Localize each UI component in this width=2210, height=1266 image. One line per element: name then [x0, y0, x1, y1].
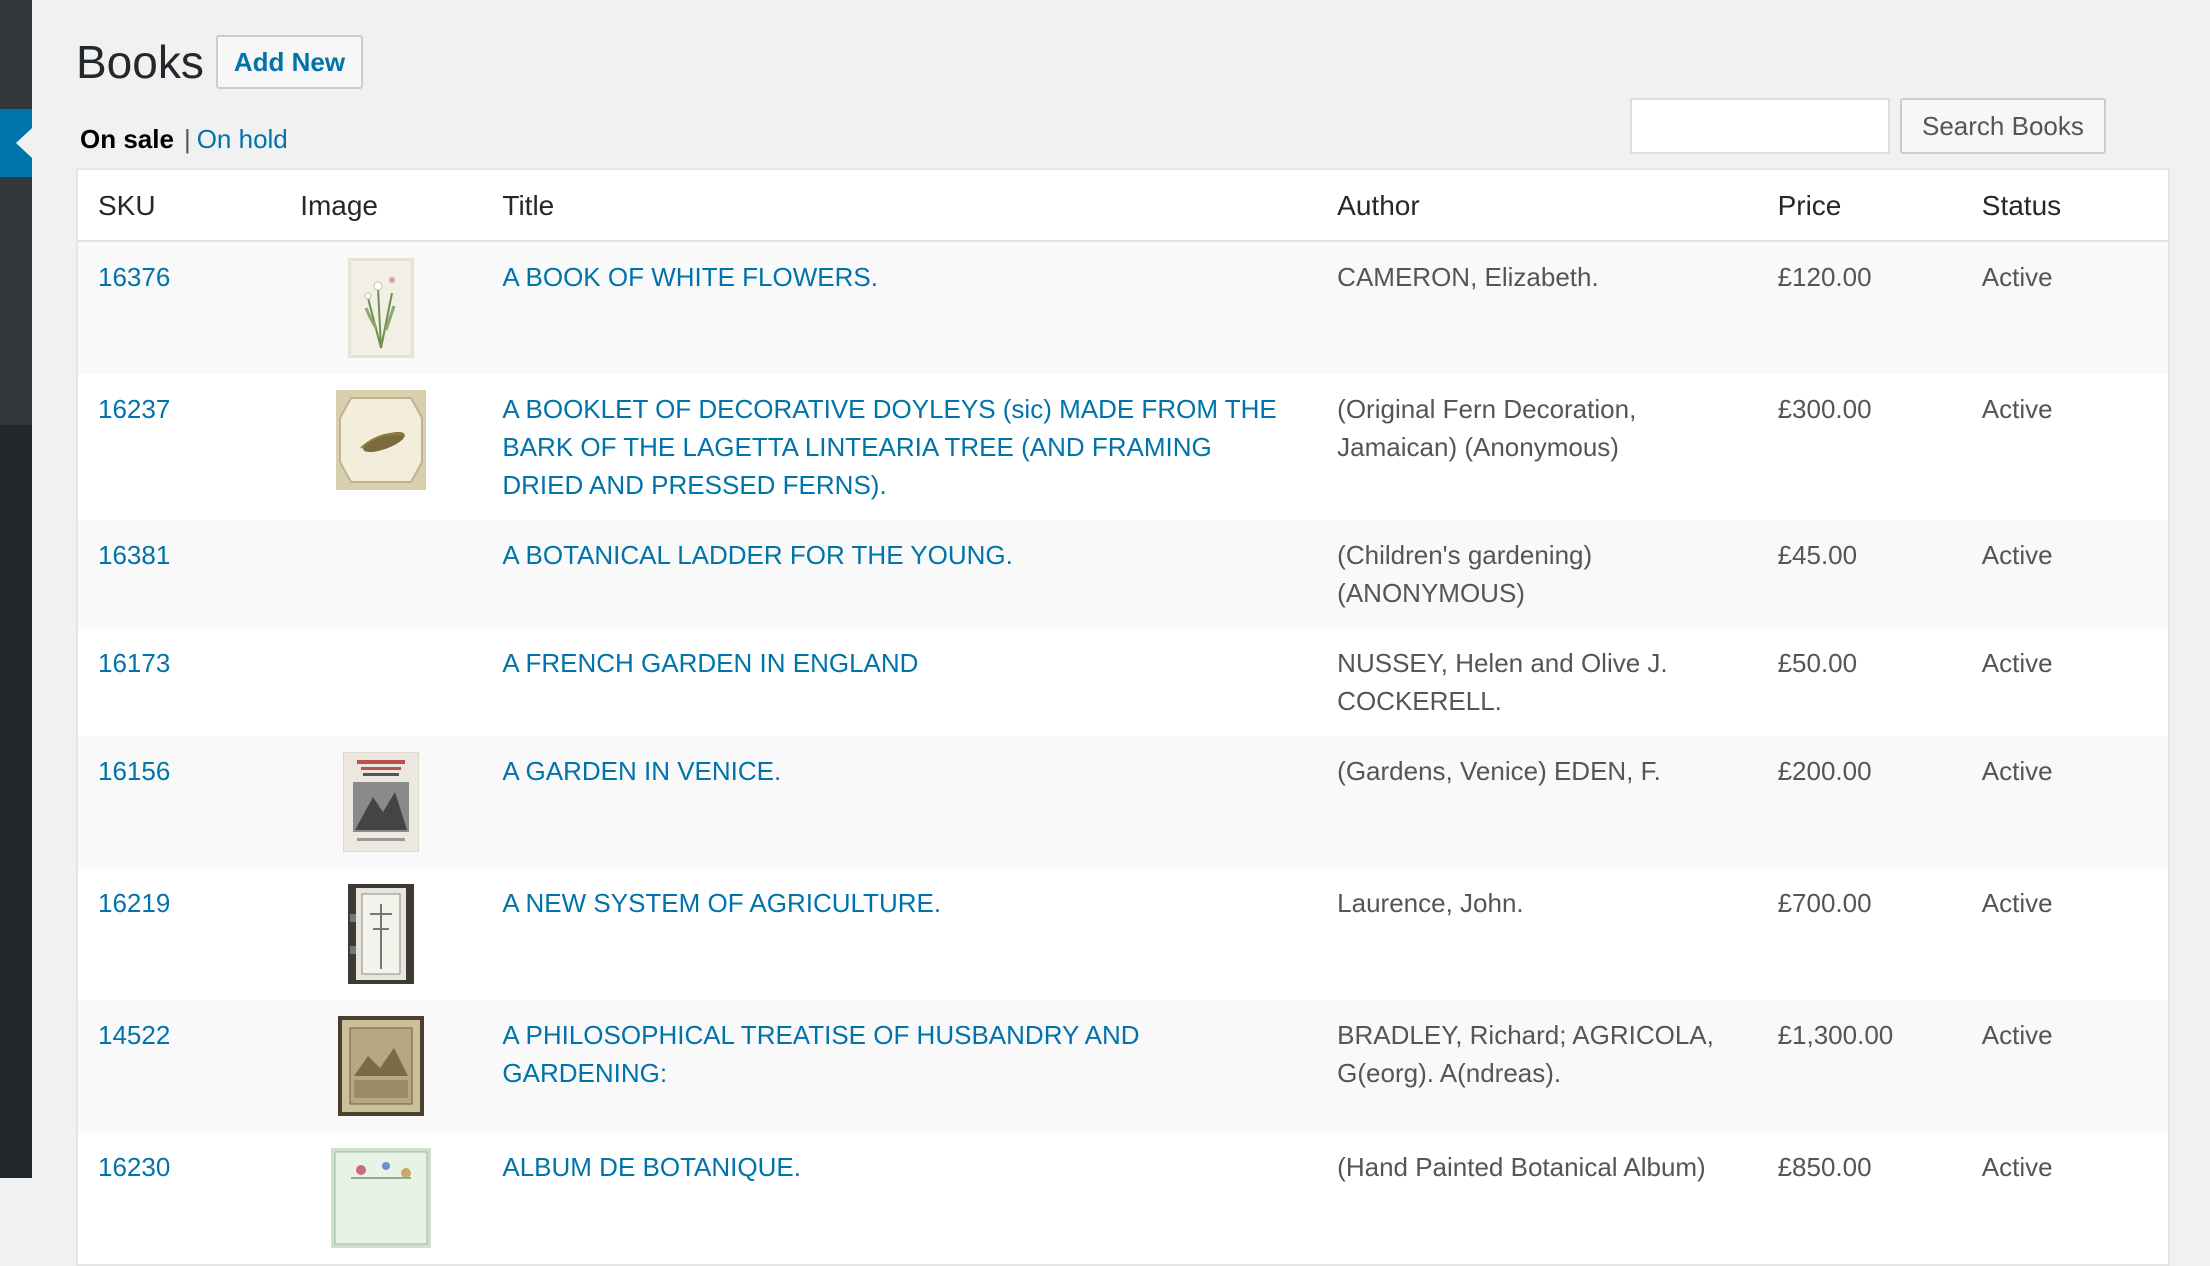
agriculture-book-thumbnail[interactable]	[348, 884, 415, 984]
cell-sku: 16230	[78, 1132, 280, 1264]
cell-image	[280, 1132, 482, 1264]
add-new-button[interactable]: Add New	[215, 35, 364, 89]
treatise-engraving-thumbnail[interactable]	[338, 1016, 425, 1116]
sku-link[interactable]: 14522	[98, 1020, 170, 1050]
view-filters: On sale | On hold	[80, 124, 288, 155]
page-title: Books	[76, 36, 204, 88]
cell-price: £700.00	[1777, 888, 1872, 918]
cell-status: Active	[1961, 736, 2168, 868]
table-header-row: SKU Image Title Author Price Status	[78, 170, 2168, 242]
cell-title: A BOOKLET OF DECORATIVE DOYLEYS (sic) MA…	[482, 374, 1317, 520]
cell-author: Laurence, John.	[1337, 888, 1524, 918]
cell-title: ALBUM DE BOTANIQUE.	[482, 1132, 1317, 1264]
cell-status: Active	[1981, 394, 2053, 424]
books-table: SKU Image Title Author Price Status 1637…	[78, 170, 2168, 1264]
column-header-image: Image	[280, 170, 483, 242]
cell-price: £120.00	[1757, 241, 1962, 374]
cell-image	[280, 374, 482, 520]
table-row: 14522 A PHILOSOPHICAL TREATISE OF HUSBAN…	[78, 1000, 2168, 1132]
cell-sku: 16156	[78, 736, 281, 868]
cell-sku: 16381	[78, 520, 281, 628]
table-row: 16156 A GARDEN IN VENICE. (Gardens, Veni…	[78, 736, 2168, 868]
sku-link[interactable]: 16381	[98, 540, 170, 570]
search-input[interactable]	[1630, 98, 1890, 154]
sku-link[interactable]: 16237	[98, 394, 170, 424]
cell-author: BRADLEY, Richard; AGRICOLA, G(eorg). A(n…	[1317, 1000, 1758, 1132]
cell-status: Active	[1961, 241, 2168, 374]
cell-status: Active	[1981, 888, 2053, 918]
title-link[interactable]: A BOOK OF WHITE FLOWERS.	[502, 262, 878, 292]
sku-link[interactable]: 16219	[98, 888, 170, 918]
table-row: 16173 A FRENCH GARDEN IN ENGLAND NUSSEY,…	[78, 628, 2168, 736]
cell-price: £200.00	[1757, 736, 1962, 868]
active-menu-arrow-icon	[16, 128, 32, 158]
admin-sidebar	[0, 0, 32, 1178]
doyley-thumbnail[interactable]	[336, 390, 427, 490]
botanical-album-thumbnail[interactable]	[331, 1148, 432, 1248]
table-row: 16237 A BOOKLET OF DECORATIVE DOYLEYS (s…	[78, 374, 2168, 520]
cell-image	[280, 736, 483, 868]
cell-title: A BOTANICAL LADDER FOR THE YOUNG.	[482, 520, 1318, 628]
cell-price: £300.00	[1777, 394, 1872, 424]
view-on-sale[interactable]: On sale	[80, 124, 174, 154]
cell-price: £45.00	[1757, 520, 1962, 628]
cell-image	[280, 520, 483, 628]
cell-title: A FRENCH GARDEN IN ENGLAND	[482, 628, 1317, 736]
table-row: 16381 A BOTANICAL LADDER FOR THE YOUNG. …	[78, 520, 2168, 628]
cell-title: A BOOK OF WHITE FLOWERS.	[482, 241, 1318, 374]
cell-status: Active	[1961, 1000, 2168, 1132]
cell-price: £50.00	[1777, 648, 1858, 678]
cell-price: £1,300.00	[1757, 1000, 1962, 1132]
cell-sku: 16237	[78, 374, 280, 520]
cell-author: (Children's gardening) (ANONYMOUS)	[1317, 520, 1758, 628]
cell-status: Active	[1961, 520, 2168, 628]
cell-author: CAMERON, Elizabeth.	[1317, 241, 1758, 374]
table-row: 16376 A BOOK OF WHITE FLOWERS. CAMERON, …	[78, 241, 2168, 374]
cell-title: A PHILOSOPHICAL TREATISE OF HUSBANDRY AN…	[482, 1000, 1318, 1132]
cell-image	[280, 241, 483, 374]
books-table-container: SKU Image Title Author Price Status 1637…	[76, 168, 2170, 1266]
title-link[interactable]: A FRENCH GARDEN IN ENGLAND	[502, 648, 918, 678]
sku-link[interactable]: 16376	[98, 262, 170, 292]
search-box: Search Books	[1630, 98, 2106, 154]
column-header-sku[interactable]: SKU	[78, 170, 281, 242]
table-row: 16219 A NEW SYSTEM OF AGRICULTURE. Laure…	[78, 868, 2168, 1000]
cell-image	[280, 868, 482, 1000]
cell-sku: 14522	[78, 1000, 281, 1132]
sku-link[interactable]: 16173	[98, 648, 170, 678]
garden-venice-cover-thumbnail[interactable]	[343, 752, 420, 852]
search-books-button[interactable]: Search Books	[1900, 98, 2106, 154]
cell-status: Active	[1981, 648, 2053, 678]
cell-title: A GARDEN IN VENICE.	[482, 736, 1318, 868]
cell-status: Active	[1981, 1152, 2053, 1182]
admin-menu	[0, 0, 32, 425]
white-flowers-thumbnail[interactable]	[348, 258, 415, 358]
column-header-status[interactable]: Status	[1961, 170, 2168, 242]
column-header-title[interactable]: Title	[482, 170, 1318, 242]
view-on-hold[interactable]: On hold	[197, 124, 288, 154]
cell-sku: 16219	[78, 868, 280, 1000]
admin-sidebar-background	[0, 425, 32, 1178]
title-link[interactable]: A PHILOSOPHICAL TREATISE OF HUSBANDRY AN…	[502, 1020, 1139, 1088]
page-header: Books Add New	[76, 34, 364, 90]
column-header-price[interactable]: Price	[1757, 170, 1962, 242]
cell-sku: 16173	[78, 628, 280, 736]
cell-title: A NEW SYSTEM OF AGRICULTURE.	[482, 868, 1317, 1000]
sku-link[interactable]: 16156	[98, 756, 170, 786]
cell-image	[280, 628, 482, 736]
view-separator: |	[183, 124, 191, 154]
column-header-author[interactable]: Author	[1317, 170, 1758, 242]
cell-author: NUSSEY, Helen and Olive J. COCKERELL.	[1337, 648, 1668, 716]
cell-author: (Hand Painted Botanical Album)	[1337, 1152, 1706, 1182]
title-link[interactable]: A BOTANICAL LADDER FOR THE YOUNG.	[502, 540, 1012, 570]
cell-sku: 16376	[78, 241, 281, 374]
cell-author: (Gardens, Venice) EDEN, F.	[1317, 736, 1758, 868]
cell-author: (Original Fern Decoration, Jamaican) (An…	[1337, 394, 1637, 462]
title-link[interactable]: A BOOKLET OF DECORATIVE DOYLEYS (sic) MA…	[502, 394, 1276, 500]
table-row: 16230 ALBUM DE BOTANIQUE. (Hand Painted …	[78, 1132, 2168, 1264]
title-link[interactable]: A NEW SYSTEM OF AGRICULTURE.	[502, 888, 941, 918]
cell-price: £850.00	[1777, 1152, 1872, 1182]
cell-image	[280, 1000, 483, 1132]
title-link[interactable]: A GARDEN IN VENICE.	[502, 756, 781, 786]
